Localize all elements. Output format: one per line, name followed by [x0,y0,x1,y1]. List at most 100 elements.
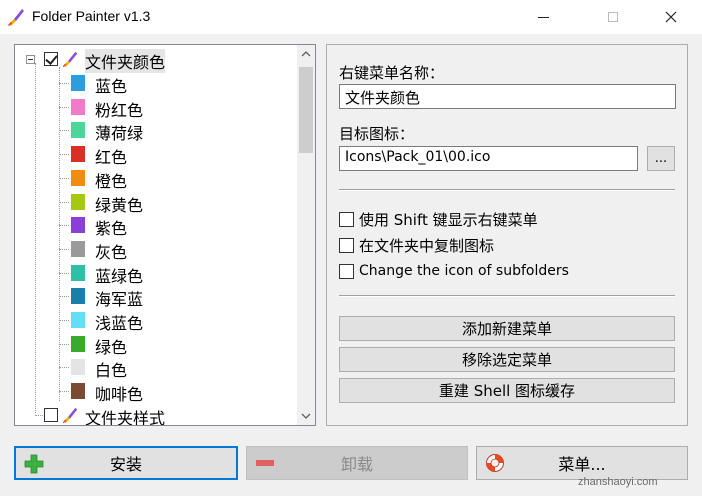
divider [339,295,675,297]
color-label: 薄荷绿 [95,124,144,144]
tree-item-color[interactable]: 蓝色 [15,71,305,96]
tree-item-color[interactable]: 橙色 [15,166,305,191]
color-swatch-icon [71,264,85,281]
folder-tree[interactable]: 文件夹颜色 蓝色粉红色薄荷绿 红色橙色绿黄色紫色灰色蓝绿色海军蓝浅蓝色绿色白色咖啡… [14,44,316,426]
tree-item-color[interactable]: 白色 [15,355,305,381]
color-label: 橙色 [95,171,128,191]
option-label: 使用 Shift 键显示右键菜单 [359,210,538,229]
color-label: 浅蓝色 [95,314,144,333]
collapse-toggle[interactable] [26,55,35,64]
window-title: Folder Painter v1.3 [32,8,151,24]
add-menu-button[interactable]: 添加新建菜单 [339,316,675,341]
minimize-button[interactable] [520,0,566,34]
tree-connector [59,343,69,345]
menu-name-label: 右键菜单名称： [339,64,445,82]
tree-item-color[interactable]: 绿色 [15,332,305,357]
tree-item-color[interactable]: 灰色 [15,237,305,262]
tree-item-color[interactable]: 薄荷绿 [15,118,305,144]
color-swatch-icon [71,217,85,234]
plus-icon [24,454,44,474]
tree-connector [59,83,69,84]
tree-connector [59,106,69,108]
menu-label: 菜单... [558,455,606,474]
tree-connector [59,248,69,250]
install-button[interactable]: 安装 [14,446,238,480]
close-button[interactable] [648,0,694,34]
color-swatch-icon [71,98,85,115]
scroll-up-button[interactable] [297,45,315,63]
browse-button[interactable]: ... [647,146,675,171]
tree-item-color[interactable]: 紫色 [15,213,305,239]
settings-panel: 右键菜单名称： 文件夹颜色 目标图标： Icons\Pack_01\00.ico… [326,44,688,426]
tree-checkbox[interactable] [44,408,58,422]
option-copy-icon[interactable]: 在文件夹中复制图标 [339,234,494,256]
target-icon-input[interactable]: Icons\Pack_01\00.ico [339,146,638,171]
color-swatch-icon [71,312,85,328]
uninstall-label: 卸载 [340,455,373,474]
remove-menu-button[interactable]: 移除选定菜单 [339,347,675,372]
minimize-icon [537,16,549,18]
option-checkbox[interactable] [339,211,354,227]
color-label: 白色 [95,361,128,381]
tree-item-color[interactable]: 粉红色 [15,95,305,120]
color-swatch-icon [71,169,85,186]
color-swatch-icon [71,359,85,376]
brush-icon [62,407,78,424]
color-label: 咖啡色 [95,385,144,405]
color-swatch-icon [71,288,85,305]
rebuild-cache-button[interactable]: 重建 Shell 图标缓存 [339,378,675,403]
tree-node-folder-colors[interactable]: 文件夹颜色 [15,47,305,73]
color-label: 粉红色 [95,100,144,120]
tree-checkbox[interactable] [44,52,58,66]
option-checkbox[interactable] [339,263,354,279]
chevron-up-icon [301,51,311,57]
tree-connector [59,320,69,321]
scroll-thumb[interactable] [299,67,313,153]
tree-connector [59,154,69,156]
color-swatch-icon [71,75,85,91]
title-bar: Folder Painter v1.3 [0,0,702,34]
color-label: 绿黄色 [95,195,144,215]
brush-icon [62,51,78,68]
color-label: 海军蓝 [95,290,144,310]
menu-name-input[interactable]: 文件夹颜色 [339,84,676,109]
color-swatch-icon [71,240,85,257]
scroll-down-button[interactable] [297,407,315,425]
color-swatch-icon [71,335,85,352]
tree-connector [59,391,69,393]
option-shift-menu[interactable]: 使用 Shift 键显示右键菜单 [339,208,538,230]
color-swatch-icon [71,146,85,163]
maximize-icon [608,12,618,22]
uninstall-button[interactable]: 卸载 [246,446,468,480]
tree-item-color[interactable]: 绿黄色 [15,190,305,215]
target-icon-label: 目标图标： [339,125,415,143]
option-subfolders[interactable]: Change the icon of subfolders [339,260,569,282]
color-label: 灰色 [95,242,128,262]
color-label: 紫色 [95,219,128,239]
maximize-button[interactable] [590,0,636,34]
color-swatch-icon [71,383,85,400]
watermark: zhanshaoyi.com [578,476,658,488]
tree-connector [59,201,69,203]
tree-connector [35,415,43,416]
tree-item-color[interactable]: 红色 [15,142,305,167]
tree-scrollbar[interactable] [297,45,315,425]
tree-item-color[interactable]: 蓝绿色 [15,261,305,286]
color-label: 蓝色 [95,77,128,96]
option-checkbox[interactable] [339,237,354,253]
tree-connector [59,272,69,274]
color-label: 蓝绿色 [95,266,144,286]
option-label: 在文件夹中复制图标 [359,236,495,255]
tree-node-label: 文件夹颜色 [85,49,166,73]
tree-item-color[interactable]: 浅蓝色 [15,308,305,333]
app-brush-icon [8,9,24,26]
tree-node-folder-styles[interactable]: 文件夹样式 [15,403,305,425]
tree-item-color[interactable]: 咖啡色 [15,379,305,405]
tree-connector [59,296,69,298]
color-label: 绿色 [95,337,128,357]
divider [339,189,675,191]
menu-button[interactable]: 菜单... [476,446,688,480]
tree-item-color[interactable]: 海军蓝 [15,284,305,310]
tree-connector [59,177,69,179]
tree-connector [59,225,69,227]
